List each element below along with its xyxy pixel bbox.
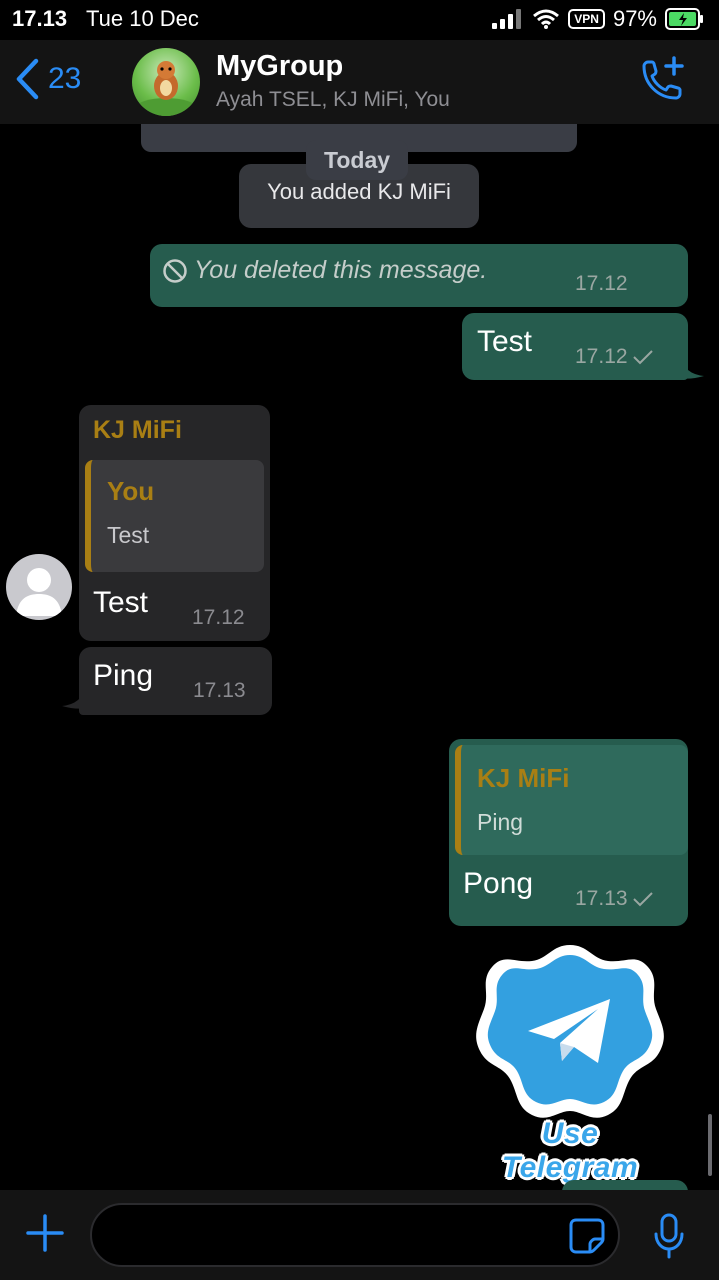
message-time-text: 17.13 (575, 887, 628, 910)
add-call-button[interactable] (636, 56, 686, 111)
message-time-text: 17.12 (575, 345, 628, 368)
check-icon (632, 350, 653, 365)
back-button[interactable]: 23 (14, 58, 81, 100)
incoming-message-bubble[interactable]: Ping 17.13 (79, 647, 272, 715)
group-name[interactable]: MyGroup (216, 50, 343, 83)
quoted-text: Ping (477, 809, 524, 835)
chevron-left-icon (16, 58, 39, 100)
status-bar: 17.13 Tue 10 Dec VPN 97% (0, 0, 719, 40)
attach-button[interactable] (24, 1212, 66, 1259)
quoted-sender: You (107, 476, 155, 506)
status-time: 17.13 (12, 6, 68, 31)
status-date: Tue 10 Dec (86, 6, 199, 31)
microphone-button[interactable] (652, 1212, 686, 1265)
outgoing-message-bubble[interactable]: Test 17.12 (462, 313, 688, 380)
group-members: Ayah TSEL, KJ MiFi, You (216, 88, 450, 111)
message-time: 17.12 (575, 272, 628, 295)
next-message-peek (562, 1180, 688, 1190)
add-call-icon (642, 56, 684, 100)
message-time: 17.12 (575, 345, 654, 369)
sender-name[interactable]: KJ MiFi (93, 416, 182, 445)
message-text: Pong (463, 867, 534, 900)
sticker-button[interactable] (568, 1217, 606, 1260)
bubble-tail-icon (680, 356, 704, 379)
deleted-icon (163, 259, 187, 283)
signal-icon (492, 9, 522, 29)
message-text: Test (93, 586, 149, 619)
incoming-message-bubble[interactable]: KJ MiFi You Test Test 17.12 (79, 405, 270, 641)
sticker-caption: Use Telegram (501, 1117, 639, 1184)
person-icon (16, 568, 62, 616)
outgoing-message-bubble[interactable]: KJ MiFi Ping Pong 17.13 (449, 739, 688, 926)
chat-header: 23 MyGroup Ayah TSEL, KJ MiFi, You (0, 40, 719, 124)
battery-percent: 97% (612, 6, 657, 31)
quoted-sender: KJ MiFi (477, 763, 570, 793)
message-input-container[interactable] (90, 1203, 620, 1267)
sticker-icon (569, 1218, 605, 1254)
battery-icon (665, 8, 703, 30)
message-text: Test (477, 325, 533, 358)
message-time: 17.13 (575, 887, 654, 911)
message-text: Ping (93, 659, 154, 692)
message-time: 17.13 (193, 679, 246, 702)
scrollbar[interactable] (708, 1114, 712, 1176)
microphone-icon (654, 1213, 684, 1259)
telegram-icon (476, 945, 664, 1118)
message-time: 17.12 (192, 606, 245, 629)
date-separator: Today (306, 140, 409, 180)
avatar[interactable] (6, 554, 72, 620)
message-list[interactable]: You added KJ MiFi Today You deleted this… (0, 124, 719, 1190)
deleted-message-text: You deleted this message. (194, 256, 488, 284)
sticker[interactable]: Use Telegram (470, 939, 670, 1184)
plus-icon (26, 1214, 64, 1252)
check-icon (632, 892, 653, 907)
message-composer (0, 1190, 719, 1280)
quoted-message[interactable]: You Test (85, 460, 264, 572)
message-input[interactable] (110, 1215, 554, 1257)
unread-count: 23 (48, 62, 82, 95)
group-avatar-image (136, 61, 196, 116)
vpn-badge: VPN (568, 9, 605, 29)
quoted-message[interactable]: KJ MiFi Ping (455, 745, 688, 855)
quoted-text: Test (107, 522, 150, 548)
deleted-message-bubble[interactable]: You deleted this message. 17.12 (150, 244, 688, 307)
wifi-icon (533, 9, 560, 29)
group-avatar[interactable] (132, 48, 200, 116)
